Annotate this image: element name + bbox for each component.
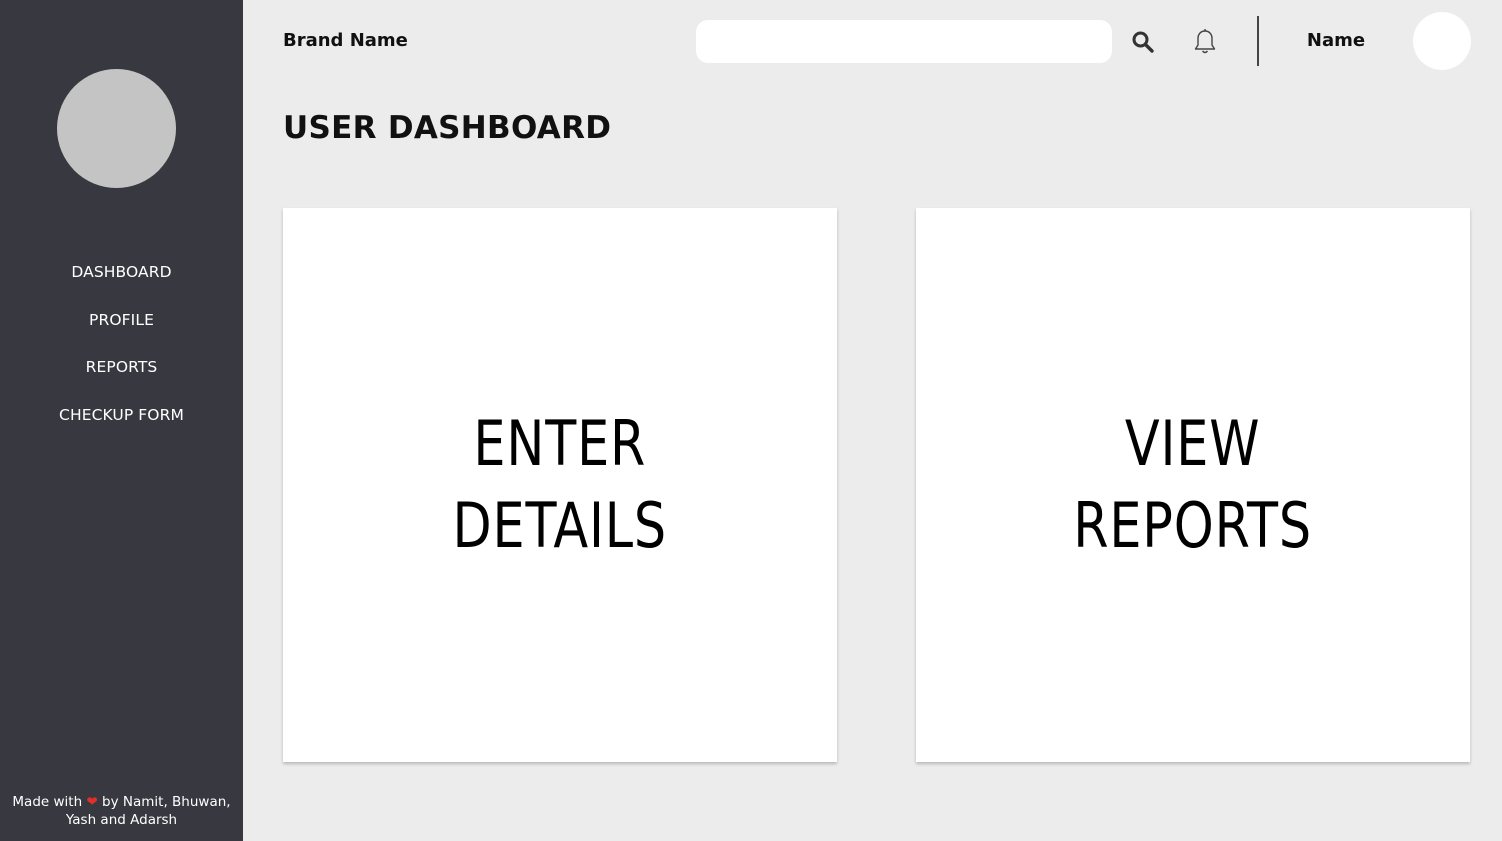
sidebar-footer: Made with ❤ by Namit, Bhuwan, Yash and A…: [0, 793, 243, 829]
card-label-line: DETAILS: [452, 489, 668, 562]
header-divider: [1257, 16, 1259, 66]
search-input[interactable]: [696, 20, 1112, 63]
footer-prefix: Made with: [12, 794, 87, 810]
notifications-button[interactable]: [1192, 28, 1218, 56]
view-reports-label: VIEW REPORTS: [1074, 403, 1313, 567]
sidebar-item-checkup-form[interactable]: CHECKUP FORM: [0, 405, 243, 453]
card-label-line: VIEW: [1125, 407, 1261, 480]
user-name[interactable]: Name: [1290, 30, 1382, 51]
heart-icon: ❤: [86, 794, 98, 810]
footer-authors: by Namit, Bhuwan,: [97, 794, 231, 810]
search-icon: [1132, 31, 1154, 53]
sidebar: DASHBOARD PROFILE REPORTS CHECKUP FORM M…: [0, 0, 243, 841]
brand-name[interactable]: Brand Name: [283, 30, 408, 51]
sidebar-item-profile[interactable]: PROFILE: [0, 310, 243, 358]
enter-details-card[interactable]: ENTER DETAILS: [283, 208, 837, 762]
card-label-line: REPORTS: [1073, 489, 1313, 562]
sidebar-item-reports[interactable]: REPORTS: [0, 357, 243, 405]
sidebar-item-dashboard[interactable]: DASHBOARD: [0, 262, 243, 310]
sidebar-avatar[interactable]: [57, 69, 176, 188]
enter-details-label: ENTER DETAILS: [453, 403, 667, 567]
bell-icon: [1194, 29, 1216, 54]
user-avatar[interactable]: [1413, 12, 1471, 70]
page-title: USER DASHBOARD: [283, 110, 612, 146]
footer-line-2: Yash and Adarsh: [65, 812, 178, 828]
app-root: DASHBOARD PROFILE REPORTS CHECKUP FORM M…: [0, 0, 1502, 841]
card-label-line: ENTER: [473, 407, 647, 480]
sidebar-nav: DASHBOARD PROFILE REPORTS CHECKUP FORM: [0, 262, 243, 452]
search-button[interactable]: [1130, 29, 1156, 55]
footer-line-1: Made with ❤ by Namit, Bhuwan,: [0, 793, 243, 811]
view-reports-card[interactable]: VIEW REPORTS: [916, 208, 1470, 762]
